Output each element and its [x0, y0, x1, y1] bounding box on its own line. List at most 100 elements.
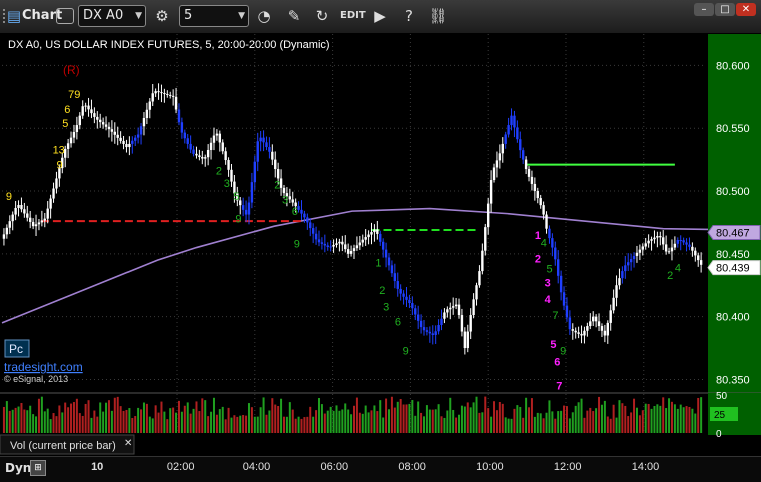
volume-bar	[676, 408, 679, 433]
volume-bar	[169, 408, 172, 433]
volume-bar	[595, 408, 598, 433]
volume-bar	[110, 410, 113, 433]
price-bar-body	[416, 314, 420, 321]
volume-bar	[627, 416, 630, 433]
price-bar-body	[521, 150, 525, 160]
count-label: 6	[64, 104, 70, 116]
r-badge: (R)	[63, 63, 80, 77]
volume-bar	[148, 416, 151, 433]
price-bar-body	[667, 251, 671, 253]
price-bar-body	[52, 188, 55, 199]
volume-bar	[466, 402, 469, 433]
volume-tick-label: 0	[716, 429, 722, 440]
price-bar-body	[335, 243, 338, 245]
volume-bar	[586, 410, 589, 433]
count-label: 4	[541, 237, 547, 249]
volume-bar	[679, 404, 682, 433]
link-icon[interactable]: ⛓	[427, 5, 449, 27]
count-label: 3	[383, 301, 389, 313]
price-bar-body	[17, 204, 20, 208]
volume-bar	[589, 407, 592, 433]
volume-bar	[402, 404, 405, 433]
site-link[interactable]: tradesight.com	[4, 360, 83, 374]
price-bar-body	[478, 271, 481, 286]
price-bar-body	[227, 160, 230, 170]
volume-bar	[560, 410, 563, 433]
volume-bar	[539, 413, 542, 433]
price-bar-body	[212, 135, 216, 143]
volume-bar	[498, 401, 501, 433]
price-bar-body	[697, 255, 700, 261]
price-bar-body	[699, 260, 703, 265]
volume-bar	[548, 400, 551, 433]
y-tick-label: 80.350	[716, 374, 750, 386]
price-bar-body	[148, 101, 152, 110]
interval-field[interactable]: 5 ▼	[179, 5, 249, 27]
minimize-button[interactable]: –	[694, 3, 714, 16]
volume-bar	[609, 418, 612, 433]
volume-bar	[107, 400, 110, 433]
pencil-icon[interactable]: ✎	[283, 5, 305, 27]
count-label: 4	[545, 294, 552, 306]
help-icon[interactable]: ?	[398, 5, 420, 27]
symbol-field[interactable]: DX A0 ▼	[78, 5, 146, 27]
volume-bar	[600, 404, 603, 433]
clock-icon[interactable]: ◔	[253, 5, 275, 27]
volume-bar	[72, 402, 75, 433]
volume-bar	[262, 397, 265, 433]
volume-bar	[388, 409, 391, 433]
chevron-down-icon[interactable]: ▼	[238, 6, 245, 26]
price-bar-body	[405, 296, 408, 300]
count-label: 5	[547, 264, 553, 276]
volume-bar	[568, 418, 571, 433]
count-label: 2	[535, 254, 541, 266]
price-bar-body	[554, 247, 557, 260]
dyn-mode-label[interactable]: Dyn	[5, 461, 31, 475]
link-square-icon[interactable]	[56, 8, 74, 24]
price-bar-body	[306, 217, 309, 223]
study-icon[interactable]: EDIT	[340, 5, 366, 27]
count-label: 5	[550, 339, 556, 351]
price-bar-body	[545, 214, 548, 229]
price-bar-body	[317, 239, 321, 243]
chevron-down-icon[interactable]: ▼	[135, 6, 142, 26]
volume-bar	[265, 414, 268, 433]
maximize-button[interactable]: □	[715, 3, 735, 16]
count-label: 2	[274, 180, 280, 192]
price-bar-body	[309, 222, 312, 229]
price-bar-body	[396, 281, 399, 289]
price-bar-body	[460, 315, 464, 332]
price-bar-body	[568, 317, 572, 330]
refresh-icon[interactable]: ↻	[311, 5, 333, 27]
volume-bar	[440, 416, 443, 433]
price-bar-body	[87, 105, 90, 110]
volume-bar	[495, 410, 498, 433]
price-bar-body	[361, 239, 364, 243]
price-bar-body	[492, 167, 496, 181]
settings-icon[interactable]: ⚙	[151, 5, 173, 27]
price-bar-body	[5, 227, 9, 235]
price-bar-body	[565, 305, 569, 318]
volume-bar	[682, 407, 685, 433]
x-tick-label: 08:00	[398, 461, 426, 473]
price-bar-body	[559, 275, 563, 293]
price-bar-body	[676, 240, 680, 244]
chart-canvas[interactable]: 9796513923592369123691234567457924 DX A0…	[0, 33, 761, 456]
price-bar-body	[20, 204, 23, 210]
price-bar-body	[408, 299, 411, 304]
close-icon[interactable]: ✕	[124, 438, 132, 449]
volume-bar	[172, 407, 175, 433]
lock-icon[interactable]: ⊞	[30, 460, 46, 476]
close-button[interactable]: ✕	[736, 3, 756, 16]
play-icon[interactable]: ▶	[369, 5, 391, 27]
volume-bar	[285, 416, 288, 433]
price-bar-body	[606, 322, 609, 336]
price-bar-body	[454, 304, 458, 307]
volume-bar	[204, 400, 207, 433]
volume-bar	[35, 416, 38, 433]
price-bar-body	[11, 214, 14, 222]
price-bar-body	[230, 169, 233, 182]
volume-bar	[332, 410, 335, 433]
volume-bar	[618, 400, 621, 433]
volume-bar	[592, 411, 595, 433]
